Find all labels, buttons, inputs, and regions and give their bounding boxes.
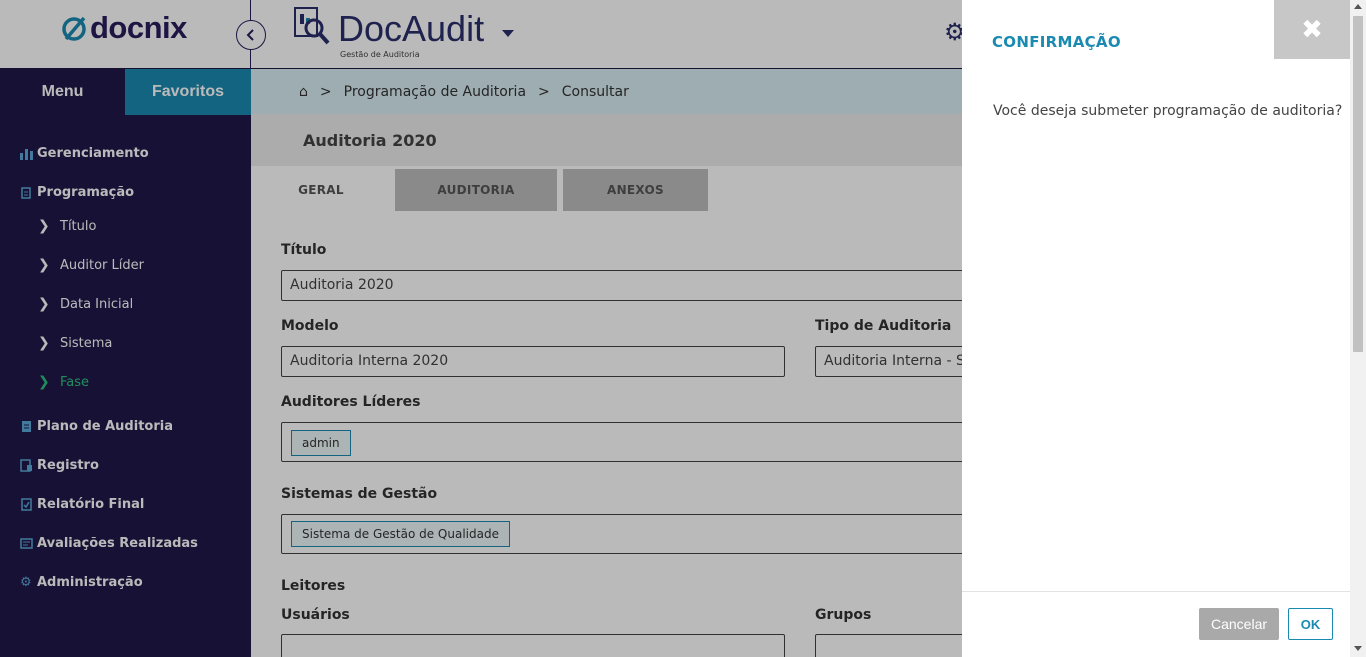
close-icon: ✖ [1301, 14, 1323, 45]
dialog-message: Você deseja submeter programação de audi… [993, 103, 1343, 119]
scroll-up-arrow-icon[interactable] [1354, 4, 1362, 9]
scrollbar-thumb[interactable] [1353, 16, 1363, 352]
ok-button[interactable]: OK [1288, 608, 1333, 640]
dialog-title: CONFIRMAÇÃO [992, 33, 1121, 51]
dialog-footer-divider [962, 591, 1350, 592]
close-dialog-button[interactable]: ✖ [1274, 0, 1350, 59]
page-scrollbar[interactable] [1350, 0, 1366, 657]
cancel-button[interactable]: Cancelar [1199, 608, 1279, 640]
confirmation-dialog: CONFIRMAÇÃO ✖ Você deseja submeter progr… [962, 0, 1350, 657]
scroll-down-arrow-icon[interactable] [1354, 646, 1362, 651]
